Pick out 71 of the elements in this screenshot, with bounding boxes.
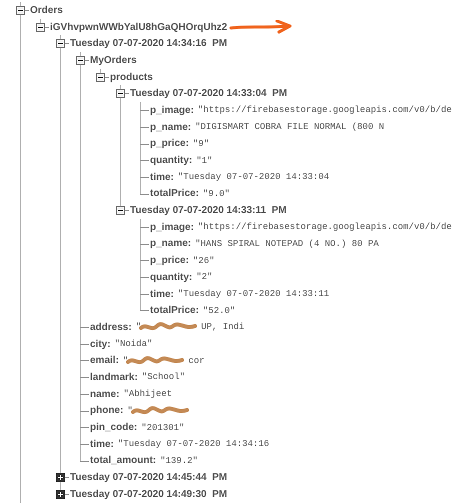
- field-key: p_price:: [150, 138, 189, 150]
- field-value: "2": [196, 272, 212, 282]
- field-key: p_name:: [150, 122, 192, 133]
- field-key: p_image:: [150, 222, 194, 233]
- node-key[interactable]: Tuesday 07-07-2020 14:45:44 PM: [70, 472, 228, 484]
- field-key: pin_code:: [90, 422, 138, 434]
- field-key: city:: [90, 338, 111, 350]
- tree-line: [65, 477, 69, 478]
- collapse-toggle-icon[interactable]: [96, 72, 105, 82]
- field-value: ": [136, 322, 142, 332]
- node-key[interactable]: iGVhvpwnWWbYalU8hGaQHOrqUhz2: [50, 22, 228, 33]
- field-value: "9": [192, 138, 210, 149]
- node-key[interactable]: Tuesday 07-07-2020 14:33:11 PM: [130, 205, 287, 216]
- field-value: "DIGISMART COBRA FILE NORMAL (800 N: [195, 122, 384, 132]
- field-key: landmark:: [90, 372, 138, 383]
- node-key[interactable]: Tuesday 07-07-2020 14:33:04 PM: [130, 88, 288, 100]
- node-key[interactable]: Tuesday 07-07-2020 14:34:16 PM: [70, 38, 228, 50]
- collapse-toggle-icon[interactable]: [16, 6, 25, 15]
- tree-line: [65, 494, 69, 495]
- field-value: "HANS SPIRAL NOTEPAD (4 NO.) 80 PA: [195, 238, 379, 249]
- tree-line: [125, 93, 129, 94]
- tree-line: [25, 10, 29, 11]
- field-value: "https://firebasestorage.googleapis.com/v0/b/de: [198, 105, 452, 116]
- node-key[interactable]: Tuesday 07-07-2020 14:49:30 PM: [70, 488, 228, 500]
- field-value: "1": [196, 156, 212, 166]
- field-value: "https://firebasestorage.googleapis.com/v0/b/de: [198, 222, 452, 232]
- node-key[interactable]: Orders: [30, 4, 63, 16]
- tree-line: [65, 43, 69, 44]
- field-key: time:: [90, 438, 114, 450]
- field-key: p_image:: [150, 104, 194, 116]
- field-key: name:: [90, 388, 120, 400]
- field-key: address:: [90, 322, 132, 333]
- field-value: cor: [188, 356, 205, 366]
- field-value: "26": [192, 256, 215, 266]
- field-key: phone:: [90, 405, 124, 416]
- field-key: totalPrice:: [150, 305, 199, 316]
- node-key[interactable]: products: [110, 72, 153, 83]
- tree-line: [45, 26, 49, 28]
- node-key[interactable]: MyOrders: [90, 54, 137, 66]
- field-key: p_price:: [150, 255, 189, 266]
- field-key: p_name:: [150, 238, 192, 250]
- field-value: "139.2": [160, 456, 198, 466]
- field-value: ": [127, 406, 133, 416]
- field-value: "School": [142, 372, 186, 382]
- collapse-toggle-icon[interactable]: [76, 56, 85, 65]
- field-key: email:: [90, 355, 119, 366]
- collapse-toggle-icon[interactable]: [116, 206, 125, 216]
- field-value: UP, Indi: [201, 322, 244, 332]
- field-value: "9.0": [202, 188, 230, 199]
- field-value: "Noida": [114, 339, 152, 350]
- field-value: "Tuesday 07-07-2020 14:33:04: [178, 172, 330, 182]
- field-value: "201301": [141, 422, 184, 433]
- field-key: totalPrice:: [150, 188, 199, 200]
- collapse-toggle-icon[interactable]: [116, 89, 125, 98]
- field-value: "Tuesday 07-07-2020 14:33:11: [178, 289, 330, 300]
- field-key: quantity:: [150, 272, 192, 283]
- collapse-toggle-icon[interactable]: [56, 39, 65, 48]
- field-value: "Abhijeet: [123, 389, 172, 400]
- field-key: total_amount:: [90, 455, 156, 466]
- expand-toggle-icon[interactable]: [56, 473, 65, 482]
- collapse-toggle-icon[interactable]: [36, 22, 45, 32]
- field-value: ": [122, 356, 128, 366]
- field-key: time:: [150, 172, 174, 183]
- field-value: "52.0": [202, 306, 236, 316]
- tree-line: [125, 210, 129, 212]
- tree-line: [105, 76, 109, 78]
- expand-toggle-icon[interactable]: [56, 490, 65, 499]
- field-key: quantity:: [150, 155, 192, 166]
- field-value: "Tuesday 07-07-2020 14:34:16: [118, 439, 270, 450]
- field-key: time:: [150, 288, 174, 300]
- tree-line: [85, 60, 89, 61]
